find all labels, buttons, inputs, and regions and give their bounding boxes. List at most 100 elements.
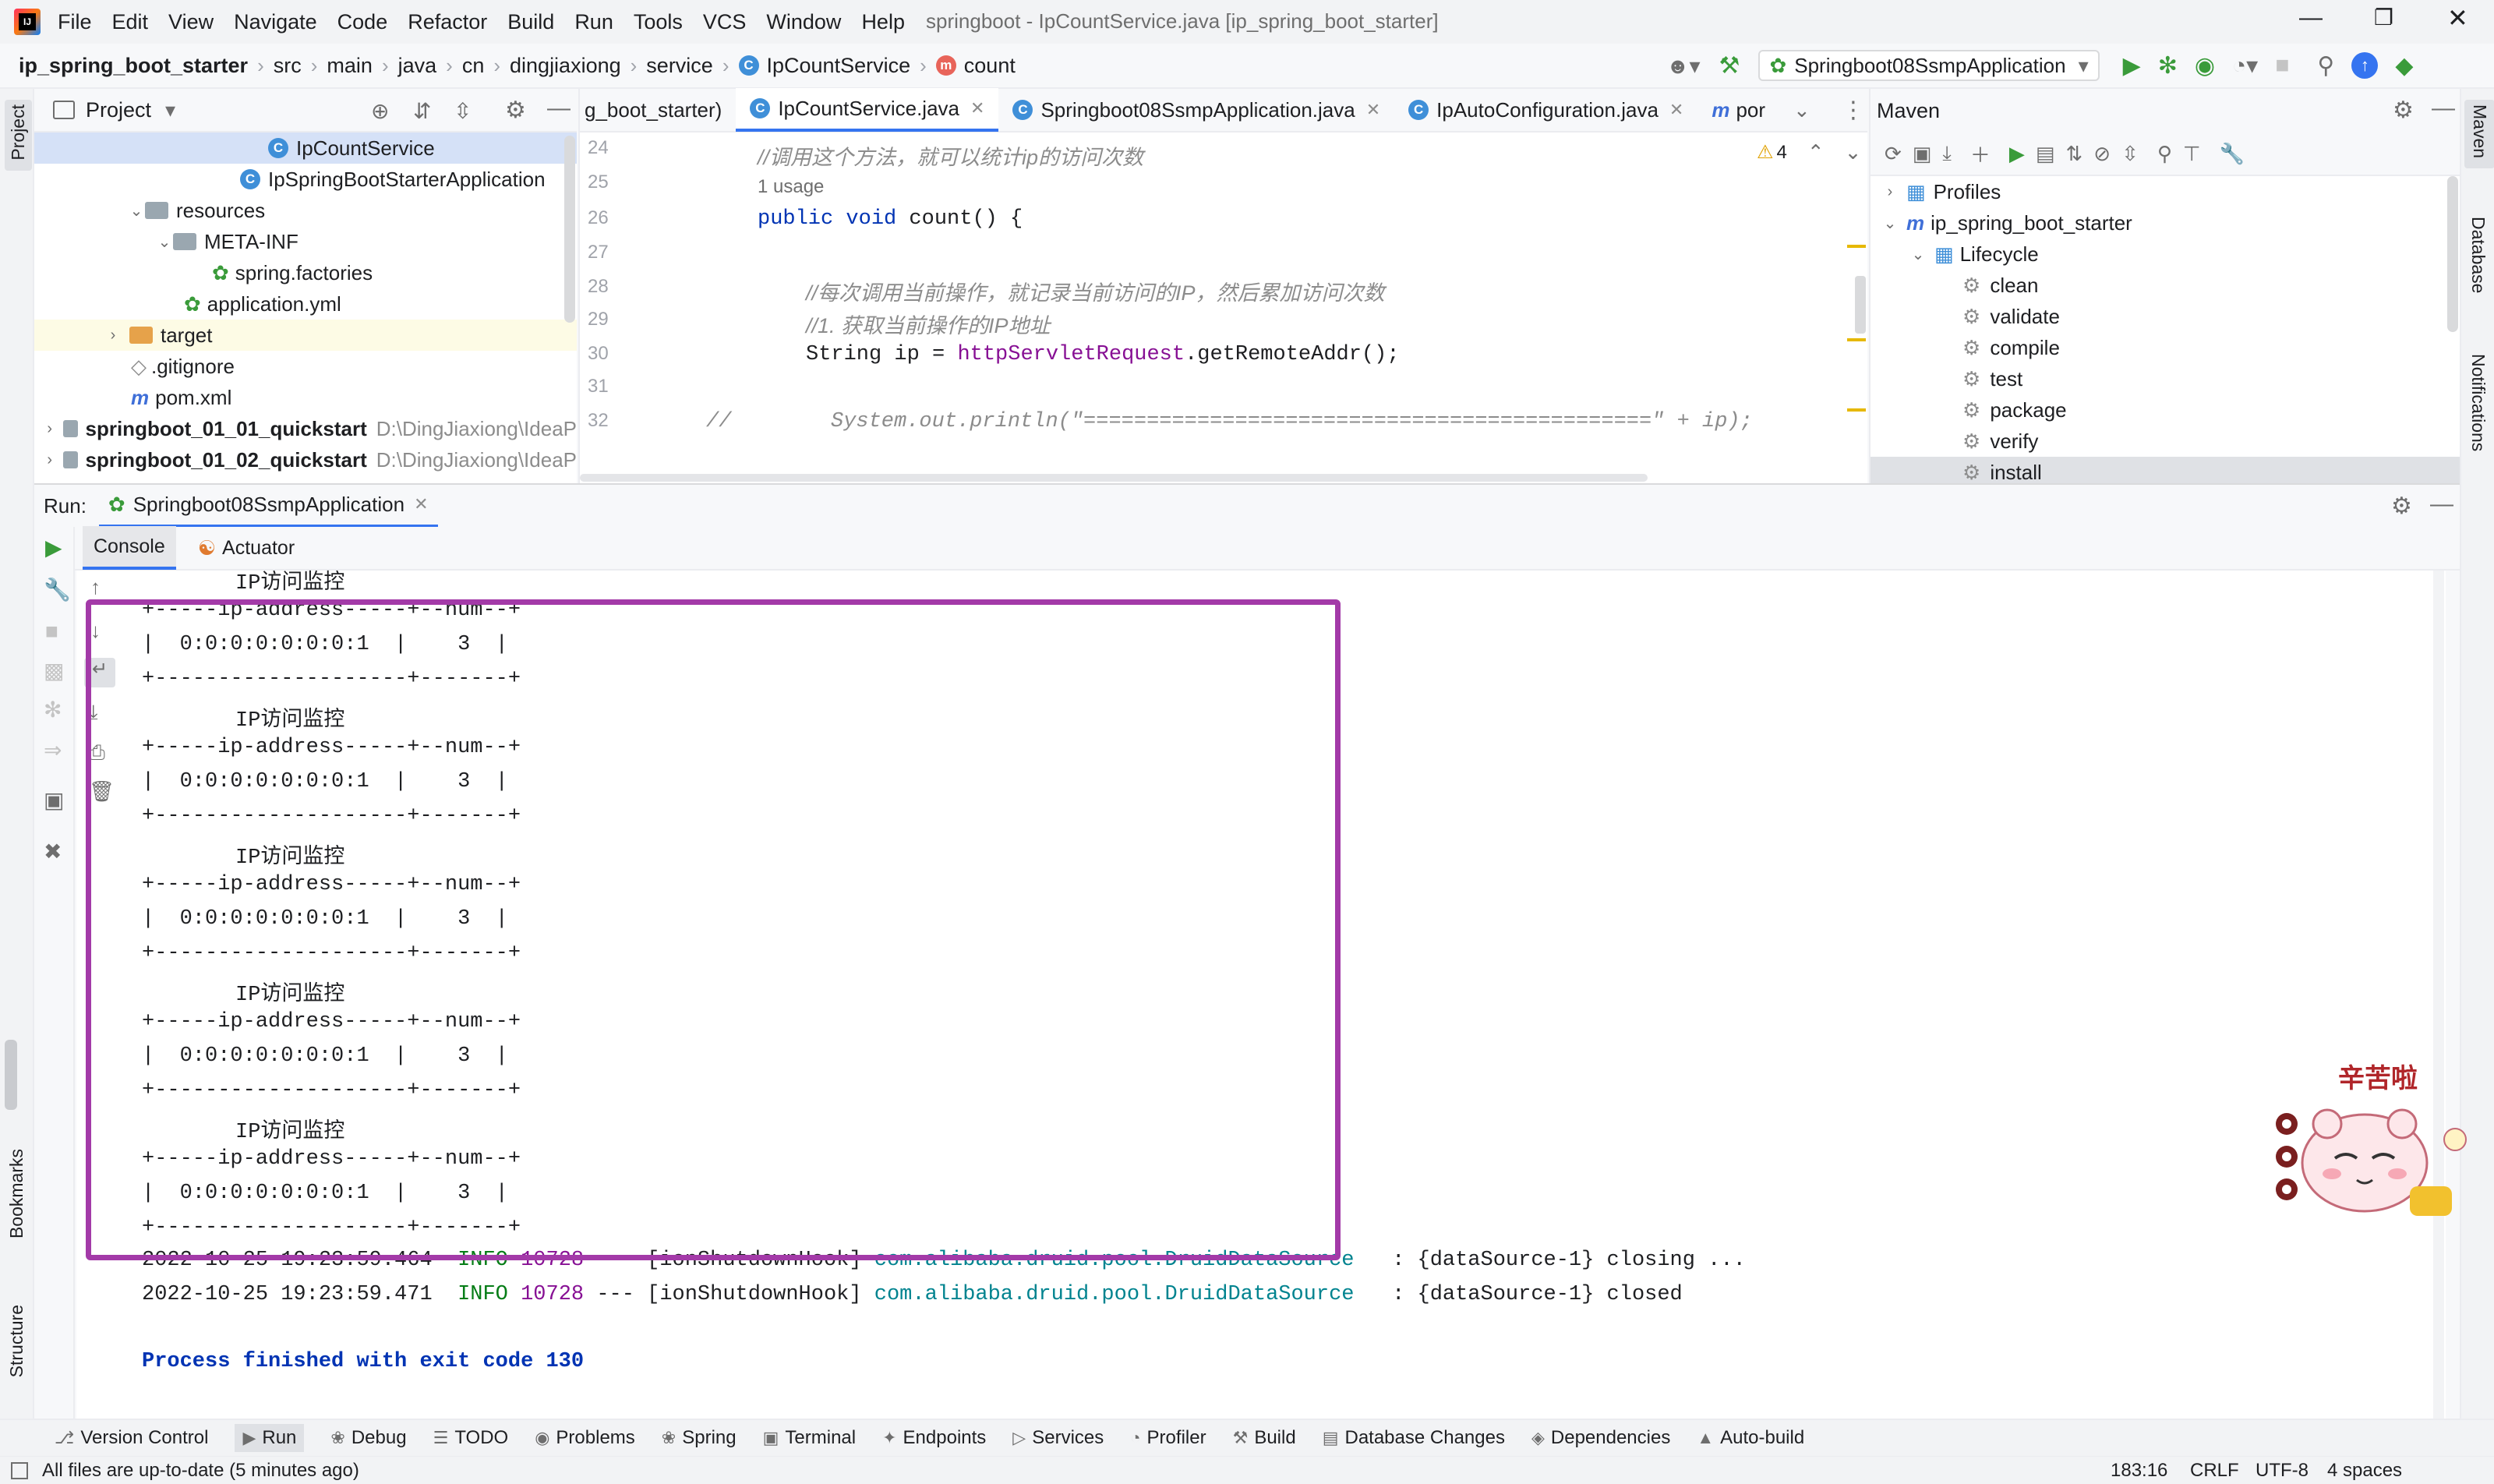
tool-window-build[interactable]: ⚒ Build [1233, 1427, 1296, 1449]
gear-icon[interactable]: ⚙ [2393, 97, 2414, 124]
code-area[interactable]: //调用这个方法，就可以统计ip的访问次数 1 usage public voi… [580, 132, 1858, 483]
menu-item-build[interactable]: Build [507, 10, 554, 34]
reload-icon[interactable]: ⟳ [1885, 142, 1902, 166]
tool-window-endpoints[interactable]: ✦ Endpoints [882, 1427, 986, 1449]
profile-icon[interactable]: ◔▾ [2232, 52, 2258, 80]
stop-icon[interactable]: ■ [45, 619, 58, 644]
project-panel-title[interactable]: Project [86, 98, 151, 122]
tab-ipcountservice[interactable]: C IpCountService.java ✕ [736, 88, 999, 132]
menu-item-refactor[interactable]: Refactor [408, 10, 487, 34]
close-icon[interactable]: ✕ [1669, 100, 1683, 120]
tab-ipautoconfiguration[interactable]: C IpAutoConfiguration.java ✕ [1394, 88, 1697, 132]
bookmarks-stripe-button[interactable]: Bookmarks [6, 1149, 27, 1244]
tool-window-debug[interactable]: ❀ Debug [330, 1427, 406, 1449]
tab-pom[interactable]: m por [1697, 88, 1779, 132]
wrench-icon[interactable]: 🔧 [44, 577, 71, 602]
tab-springboot08[interactable]: C Springboot08SsmpApplication.java ✕ [998, 88, 1394, 132]
close-icon[interactable]: ✕ [970, 98, 984, 118]
show-dependencies-icon[interactable]: ⊤ [2183, 142, 2201, 166]
jetbrains-toolbox-icon[interactable]: ◆ [2395, 52, 2413, 80]
run-icon[interactable]: ▶ [2009, 142, 2025, 166]
build-hammer-icon[interactable]: ⚒ [1719, 52, 1740, 80]
maven-lifecycle[interactable]: ⌄ ▦ Lifecycle [1870, 238, 2460, 270]
gear-icon[interactable]: ⚙ [2391, 493, 2412, 520]
maven-goal-clean[interactable]: ⚙ clean [1870, 270, 2460, 301]
indent-setting[interactable]: 4 spaces [2327, 1460, 2402, 1482]
wrench-icon[interactable]: 🔧 [2220, 142, 2245, 166]
hide-panel-icon[interactable]: — [2430, 491, 2453, 518]
debug-icon[interactable]: ✻ [2158, 52, 2178, 80]
horizontal-scrollbar[interactable] [580, 474, 1648, 482]
editor-scrollbar[interactable] [1855, 276, 1866, 334]
run-config-tab[interactable]: ✿ Springboot08SsmpApplication ✕ [98, 484, 438, 528]
maven-goal-test[interactable]: ⚙ test [1870, 363, 2460, 394]
menu-item-view[interactable]: View [168, 10, 214, 34]
status-toggle-icon[interactable] [11, 1461, 28, 1479]
maven-goal-package[interactable]: ⚙ package [1870, 394, 2460, 426]
line-separator[interactable]: CRLF [2190, 1460, 2239, 1482]
run-config-selector[interactable]: ✿ Springboot08SsmpApplication ▾ [1758, 50, 2100, 81]
collapse-icon[interactable]: ⇳ [2121, 142, 2139, 166]
tree-item-meta-inf[interactable]: ⌄ META-INF [34, 226, 577, 257]
tree-item-quickstart-01[interactable]: › springboot_01_01_quickstart D:\DingJia… [34, 413, 577, 444]
breadcrumb-item[interactable]: main [327, 54, 373, 78]
maven-goal-compile[interactable]: ⚙ compile [1870, 332, 2460, 363]
toggle-offline-icon[interactable]: ⇅ [2065, 142, 2082, 166]
tree-item-quickstart-02[interactable]: › springboot_01_02_quickstart D:\DingJia… [34, 444, 577, 475]
tool-window-problems[interactable]: ◉ Problems [535, 1427, 635, 1449]
tool-window-dependencies[interactable]: ◈ Dependencies [1531, 1427, 1670, 1449]
structure-stripe-button[interactable]: Structure [6, 1305, 27, 1383]
notifications-stripe-button[interactable]: Notifications [2468, 354, 2489, 457]
restore-button[interactable]: ❐ [2374, 5, 2393, 30]
menu-item-edit[interactable]: Edit [112, 10, 149, 34]
menu-item-help[interactable]: Help [861, 10, 905, 34]
expand-all-icon[interactable]: ⇵ [413, 98, 431, 124]
tool-window-terminal[interactable]: ▣ Terminal [763, 1427, 857, 1449]
console-scrollbar[interactable] [2433, 571, 2444, 1419]
login-icon[interactable]: ⇒ [44, 737, 62, 763]
rerun-icon[interactable]: ▶ [45, 535, 62, 560]
tree-item-application-yml[interactable]: ✿ application.yml [34, 288, 577, 320]
usages-hint[interactable]: 1 usage [758, 176, 824, 198]
breadcrumb-item[interactable]: count [964, 54, 1016, 78]
tree-item-target[interactable]: › target [34, 320, 577, 351]
tool-window-todo[interactable]: ☰ TODO [433, 1427, 509, 1449]
tree-item-resources[interactable]: ⌄ resources [34, 195, 577, 226]
project-stripe-button[interactable]: Project [5, 100, 32, 171]
more-options-icon[interactable]: ⋮ [1842, 97, 1865, 124]
close-window-button[interactable]: ✕ [2447, 3, 2468, 33]
maven-stripe-button[interactable]: Maven [2464, 100, 2494, 169]
tab-console[interactable]: Console [83, 526, 176, 570]
layout-icon[interactable]: ▣ [44, 787, 64, 813]
maven-goal-validate[interactable]: ⚙ validate [1870, 301, 2460, 332]
analyze-icon[interactable]: ⚲ [2157, 142, 2172, 166]
skip-tests-icon[interactable]: ⊘ [2093, 142, 2111, 166]
camera-icon[interactable]: ▩ [44, 658, 64, 684]
maven-goal-verify[interactable]: ⚙ verify [1870, 426, 2460, 457]
tool-window-database-changes[interactable]: ▤ Database Changes [1323, 1427, 1505, 1449]
bug-icon[interactable]: ✻ [44, 697, 62, 723]
maven-scrollbar[interactable] [2447, 176, 2458, 332]
hide-panel-icon[interactable]: — [2432, 95, 2455, 122]
menu-item-vcs[interactable]: VCS [703, 10, 747, 34]
breadcrumb-item[interactable]: ip_spring_boot_starter [19, 54, 248, 78]
tree-item-ipcountservice[interactable]: C IpCountService [34, 132, 577, 164]
tool-window-version-control[interactable]: ⎇ Version Control [55, 1427, 208, 1449]
close-icon[interactable]: ✕ [1366, 100, 1380, 120]
tree-item-application[interactable]: C IpSpringBootStarterApplication [34, 164, 577, 195]
tree-item-gitignore[interactable]: ◇ .gitignore [34, 351, 577, 382]
menu-item-file[interactable]: File [58, 10, 92, 34]
menu-item-tools[interactable]: Tools [634, 10, 683, 34]
tab-boot-starter[interactable]: g_boot_starter) [580, 88, 736, 132]
close-icon[interactable]: ✕ [414, 494, 428, 514]
hide-panel-icon[interactable]: — [547, 95, 571, 122]
maven-profiles[interactable]: › ▦ Profiles [1870, 176, 2460, 207]
gear-icon[interactable]: ⚙ [505, 97, 526, 124]
execute-goal-icon[interactable]: ▤ [2036, 142, 2055, 166]
add-icon[interactable]: ＋ [1970, 140, 1991, 168]
tool-window-services[interactable]: ▷ Services [1012, 1427, 1104, 1449]
menu-item-run[interactable]: Run [574, 10, 613, 34]
database-stripe-button[interactable]: Database [2468, 217, 2489, 299]
tree-item-spring-factories[interactable]: ✿ spring.factories [34, 257, 577, 288]
breadcrumb-item[interactable]: service [646, 54, 713, 78]
